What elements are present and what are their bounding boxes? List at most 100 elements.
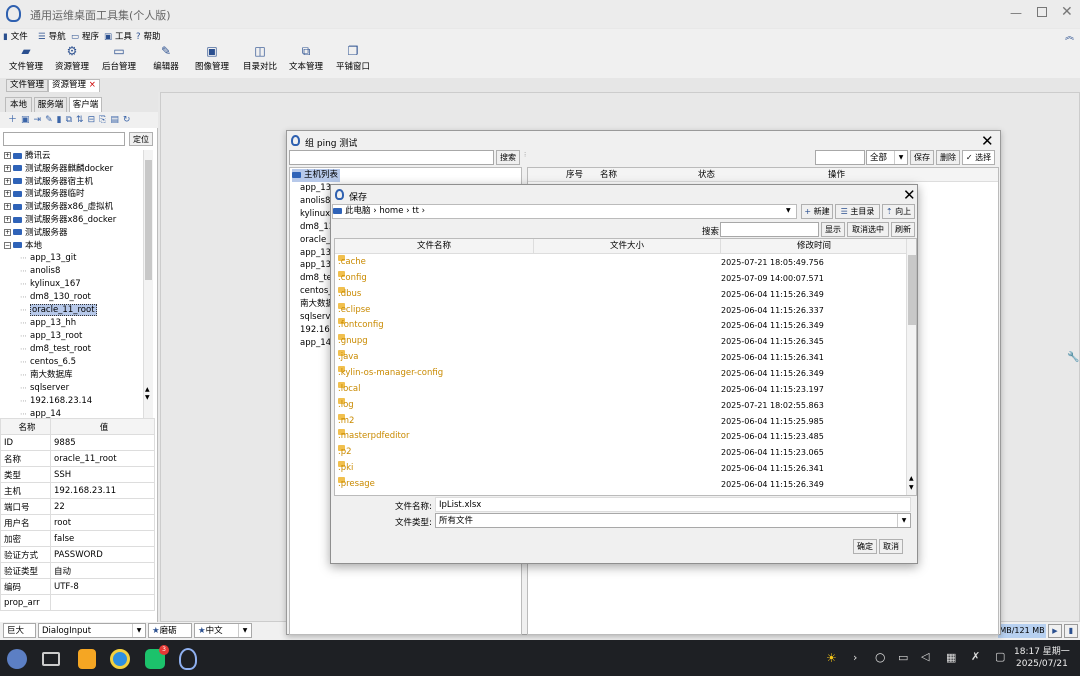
ping-select-checkbox[interactable]: ✓ 选择: [962, 150, 995, 165]
file-row[interactable]: .eclipse 2025-06-04 11:15:26.337: [335, 302, 907, 319]
prop-row[interactable]: 端口号 22: [0, 498, 155, 515]
file-row[interactable]: .local 2025-06-04 11:15:23.197: [335, 381, 907, 398]
tree-item[interactable]: ⋯ app_13_root: [20, 330, 82, 343]
tree-item[interactable]: ⋯ 南大数据库: [20, 369, 73, 382]
col-modified[interactable]: 修改时间: [721, 239, 907, 254]
side-tab-1[interactable]: 服务端: [34, 97, 67, 112]
file-row[interactable]: .presage 2025-06-04 11:15:26.349: [335, 476, 907, 493]
file-row[interactable]: .pki 2025-06-04 11:15:26.341: [335, 461, 907, 477]
maximize-button[interactable]: [1037, 7, 1047, 17]
expand-icon[interactable]: +: [4, 164, 11, 172]
up-button[interactable]: ⇡ 向上: [882, 204, 915, 219]
show-button[interactable]: 显示: [821, 222, 845, 237]
scroll-down-icon[interactable]: ▼: [145, 394, 150, 401]
expand-icon[interactable]: +: [4, 190, 11, 198]
ping-host-item[interactable]: 南大数据: [300, 298, 334, 311]
menu-item[interactable]: ▣ 工具: [104, 30, 132, 42]
expand-icon[interactable]: +: [4, 152, 11, 159]
filter-icon[interactable]: ⊟: [88, 115, 100, 125]
menu-item[interactable]: ▭ 程序: [71, 30, 99, 42]
prop-row[interactable]: 名称 oracle_11_root: [0, 450, 155, 467]
expand-icon[interactable]: +: [4, 228, 11, 236]
ping-host-item[interactable]: dm8_te: [300, 272, 332, 285]
scroll-thumb[interactable]: [145, 160, 152, 280]
scroll-down-icon[interactable]: ▼: [909, 484, 914, 491]
collapse-icon[interactable]: ︽: [1065, 29, 1074, 42]
toolbar-button-tile-window[interactable]: ❐ 平铺窗口: [328, 45, 378, 72]
file-row[interactable]: .log 2025-07-21 18:02:55.863: [335, 397, 907, 414]
tree-group[interactable]: + 腾讯云: [4, 150, 51, 163]
import-icon[interactable]: ⇥: [34, 115, 46, 125]
tree-item[interactable]: ⋯ kylinux_167: [20, 278, 81, 291]
tree-item[interactable]: ⋯ sqlserver: [20, 382, 69, 395]
message-icon[interactable]: ▢: [995, 650, 1005, 663]
tab-resource-manager[interactable]: 资源管理 ×: [48, 79, 100, 92]
cancel-button[interactable]: 取消: [879, 539, 903, 554]
tree-item[interactable]: ⋯ oracle_11_root: [20, 304, 97, 317]
path-segment[interactable]: tt: [412, 206, 419, 216]
col-filesize[interactable]: 文件大小: [534, 239, 721, 254]
menu-item[interactable]: ☰ 导航: [38, 30, 66, 42]
tree-group[interactable]: + 测试服务器: [4, 227, 68, 240]
tab-file-manager[interactable]: 文件管理: [6, 79, 49, 92]
toolbar-button-compare[interactable]: ◫ 目录对比: [235, 45, 285, 72]
menu-item[interactable]: ▮ 文件: [3, 30, 28, 42]
file-row[interactable]: .p2 2025-06-04 11:15:23.065: [335, 445, 907, 461]
close-icon[interactable]: ✕: [981, 132, 994, 150]
prop-row[interactable]: prop_arr: [0, 594, 155, 611]
toolbar-button-image[interactable]: ▣ 图像管理: [187, 45, 237, 72]
tree-group[interactable]: + 测试服务器宿主机: [4, 176, 93, 189]
prop-row[interactable]: 验证类型 自动: [0, 562, 155, 579]
refresh-button[interactable]: 刷新: [891, 222, 915, 237]
browser-app-icon[interactable]: [110, 649, 130, 669]
tree-item[interactable]: ⋯ app_13_git: [20, 252, 76, 265]
folder-add-icon[interactable]: ▣: [21, 115, 34, 125]
host-list-root[interactable]: 主机列表: [292, 169, 341, 182]
prop-row[interactable]: 类型 SSH: [0, 466, 155, 483]
expand-icon[interactable]: +: [4, 203, 11, 211]
tree-item[interactable]: ⋯ dm8_test_root: [20, 343, 91, 356]
file-row[interactable]: .fontconfig 2025-06-04 11:15:26.349: [335, 318, 907, 334]
tree-group[interactable]: − 本地: [4, 240, 42, 253]
edit-icon[interactable]: ✎: [45, 115, 57, 125]
ops-tool-app-icon[interactable]: [179, 648, 197, 670]
theme-select[interactable]: ★磨砺: [148, 623, 192, 638]
side-tab-2[interactable]: 客户端: [69, 97, 102, 112]
bluetooth-icon[interactable]: ✗: [971, 650, 980, 663]
prop-row[interactable]: ID 9885: [0, 434, 155, 451]
menu-item[interactable]: ? 帮助: [136, 30, 161, 42]
tree-group[interactable]: + 测试服务器临时: [4, 188, 85, 201]
wrench-icon[interactable]: 🔧: [1067, 352, 1079, 363]
minimize-button[interactable]: —: [1010, 6, 1022, 20]
toolbar-button-resource[interactable]: ⚙ 资源管理: [47, 45, 97, 72]
ping-host-item[interactable]: centos_: [300, 285, 333, 298]
size-select[interactable]: 巨大: [3, 623, 36, 638]
file-row[interactable]: .kylin-os-manager-config 2025-06-04 11:15…: [335, 365, 907, 382]
path-segment[interactable]: home: [379, 206, 403, 216]
ping-host-item[interactable]: app_14: [300, 337, 331, 350]
expand-icon[interactable]: +: [4, 177, 11, 185]
scroll-thumb[interactable]: [908, 255, 916, 325]
file-row[interactable]: .dbus 2025-06-04 11:15:26.349: [335, 286, 907, 303]
clock-date[interactable]: 2025/07/21: [1016, 659, 1068, 669]
tree-item[interactable]: ⋯ anolis8: [20, 265, 60, 278]
keyboard-icon[interactable]: ▦: [946, 651, 956, 664]
ping-delete-button[interactable]: 删除: [936, 150, 960, 165]
prop-row[interactable]: 验证方式 PASSWORD: [0, 546, 155, 563]
network-icon[interactable]: ▭: [898, 651, 908, 664]
ok-button[interactable]: 确定: [853, 539, 877, 554]
save-icon[interactable]: ▤: [110, 115, 123, 125]
play-button[interactable]: ▶: [1048, 624, 1062, 638]
prop-row[interactable]: 用户名 root: [0, 514, 155, 531]
start-logo-icon[interactable]: [7, 649, 27, 669]
chevron-right-icon[interactable]: ›: [853, 651, 857, 664]
tree-item[interactable]: ⋯ app_13_hh: [20, 317, 76, 330]
file-scrollbar[interactable]: ▲ ▼: [906, 239, 916, 495]
toolbar-button-monitor[interactable]: ▭ 后台管理: [94, 45, 144, 72]
tree-group[interactable]: + 测试服务器x86_虚拟机: [4, 201, 113, 214]
side-tab-0[interactable]: 本地: [5, 97, 32, 112]
tree-item[interactable]: ⋯ centos_6.5: [20, 356, 76, 369]
copy-icon[interactable]: ⧉: [66, 115, 76, 125]
add-icon[interactable]: ＋: [8, 115, 21, 125]
expand-icon[interactable]: +: [4, 216, 11, 223]
